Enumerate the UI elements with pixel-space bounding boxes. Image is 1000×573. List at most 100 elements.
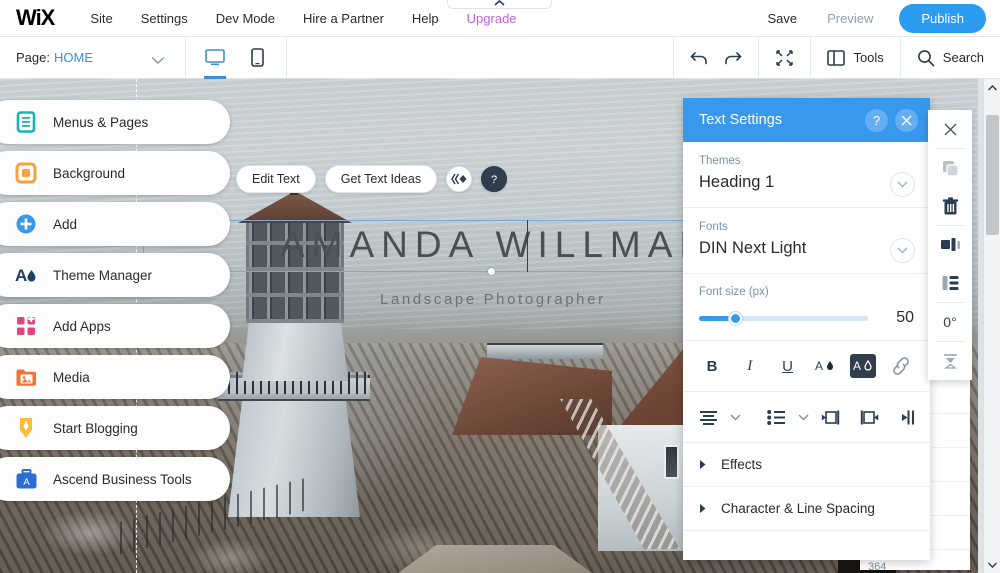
svg-text:A: A bbox=[23, 477, 30, 488]
panel-close-button[interactable] bbox=[895, 108, 918, 132]
wix-logo[interactable]: WiX bbox=[16, 5, 55, 31]
history-group bbox=[673, 36, 758, 79]
search-button[interactable]: Search bbox=[917, 49, 984, 67]
themes-label: Themes bbox=[699, 155, 741, 167]
trash-icon bbox=[942, 196, 958, 215]
italic-button[interactable]: I bbox=[737, 354, 763, 378]
sidebar-item-background[interactable]: Background bbox=[0, 151, 230, 195]
font-size-label: Font size (px) bbox=[699, 286, 769, 298]
get-text-ideas-button[interactable]: Get Text Ideas bbox=[324, 165, 438, 193]
text-color-button[interactable]: A bbox=[812, 354, 838, 378]
stretch-button[interactable] bbox=[928, 342, 972, 380]
sidebar-item-menus-pages[interactable]: Menus & Pages bbox=[0, 100, 230, 144]
sidebar-label: Ascend Business Tools bbox=[53, 471, 192, 487]
chevron-right-icon bbox=[700, 460, 706, 469]
fonts-row[interactable]: Fonts DIN Next Light bbox=[683, 208, 930, 274]
menu-hire-a-partner[interactable]: Hire a Partner bbox=[289, 0, 398, 37]
house-window bbox=[664, 445, 679, 479]
scrollbar-thumb[interactable] bbox=[986, 115, 999, 235]
sidebar-label: Background bbox=[53, 165, 126, 181]
sidebar-item-ascend-business-tools[interactable]: A Ascend Business Tools bbox=[0, 457, 230, 501]
edit-text-button[interactable]: Edit Text bbox=[236, 165, 316, 193]
scroll-up-button[interactable] bbox=[984, 79, 1000, 96]
collapsed-panel-handle[interactable] bbox=[447, 0, 552, 9]
resize-handle-bottom[interactable] bbox=[487, 267, 496, 276]
undo-button[interactable] bbox=[690, 50, 709, 66]
publish-button[interactable]: Publish bbox=[899, 3, 986, 33]
fonts-value: DIN Next Light bbox=[699, 239, 807, 257]
help-button[interactable]: ? bbox=[481, 166, 508, 192]
panel-help-button[interactable]: ? bbox=[865, 108, 888, 132]
sidebar-item-media[interactable]: Media bbox=[0, 355, 230, 399]
zoom-group bbox=[758, 36, 810, 79]
align-dropdown-button[interactable] bbox=[722, 405, 748, 429]
text-direction-button[interactable] bbox=[897, 405, 918, 429]
text-align-icon bbox=[699, 410, 717, 425]
preview-button[interactable]: Preview bbox=[813, 11, 887, 26]
themes-row[interactable]: Themes Heading 1 bbox=[683, 142, 930, 208]
svg-text:A: A bbox=[853, 359, 861, 373]
menu-dev-mode[interactable]: Dev Mode bbox=[202, 0, 289, 37]
sidebar-label: Media bbox=[53, 369, 90, 385]
desktop-view-button[interactable] bbox=[200, 37, 230, 79]
add-apps-icon bbox=[13, 313, 39, 339]
text-align-button[interactable] bbox=[695, 405, 721, 429]
tools-button[interactable]: Tools bbox=[827, 49, 884, 67]
menu-settings[interactable]: Settings bbox=[127, 0, 202, 37]
underline-button[interactable]: U bbox=[775, 354, 801, 378]
text-direction-icon bbox=[902, 410, 915, 424]
list-group bbox=[763, 405, 816, 429]
desktop-icon bbox=[205, 49, 225, 66]
text-format-row: B I U A A bbox=[683, 341, 930, 392]
link-button[interactable] bbox=[888, 354, 914, 378]
chevron-down-icon bbox=[151, 52, 165, 70]
align-button[interactable] bbox=[928, 226, 972, 264]
bullet-list-icon bbox=[766, 409, 785, 425]
outdent-button[interactable] bbox=[820, 405, 841, 429]
bullet-list-button[interactable] bbox=[763, 405, 789, 429]
ascend-icon: A bbox=[13, 466, 39, 492]
page-selector[interactable]: Page: HOME bbox=[0, 36, 186, 79]
close-toolbar-button[interactable] bbox=[928, 110, 972, 148]
bold-button[interactable]: B bbox=[699, 354, 725, 378]
themes-dropdown-button[interactable] bbox=[890, 172, 915, 197]
themes-value: Heading 1 bbox=[699, 173, 775, 191]
delete-button[interactable] bbox=[928, 187, 972, 225]
sidebar-item-add[interactable]: Add bbox=[0, 202, 230, 246]
sidebar-label: Add bbox=[53, 216, 78, 232]
zoom-out-button[interactable] bbox=[775, 49, 794, 67]
menu-help[interactable]: Help bbox=[398, 0, 453, 37]
sidebar-item-start-blogging[interactable]: Start Blogging bbox=[0, 406, 230, 450]
page-value: HOME bbox=[53, 50, 93, 65]
font-size-slider[interactable] bbox=[699, 311, 868, 325]
page-label: Page: bbox=[16, 50, 50, 65]
highlight-color-button[interactable]: A bbox=[850, 354, 877, 378]
align-icon bbox=[940, 238, 960, 252]
save-button[interactable]: Save bbox=[753, 11, 811, 26]
canvas-scrollbar[interactable] bbox=[983, 79, 1000, 573]
zoom-out-icon bbox=[776, 49, 794, 66]
animation-icon bbox=[451, 173, 467, 185]
scroll-down-button[interactable] bbox=[984, 556, 1000, 573]
sidebar-item-theme-manager[interactable]: A Theme Manager bbox=[0, 253, 230, 297]
arrange-layers-button[interactable] bbox=[928, 264, 972, 302]
character-line-spacing-section[interactable]: Character & Line Spacing bbox=[683, 487, 930, 531]
slider-handle[interactable] bbox=[729, 311, 743, 325]
sidebar-item-add-apps[interactable]: Add Apps bbox=[0, 304, 230, 348]
animation-button[interactable] bbox=[446, 166, 473, 192]
panel-title: Text Settings bbox=[699, 112, 783, 128]
rotation-button[interactable]: 0° bbox=[928, 303, 972, 341]
menu-site[interactable]: Site bbox=[76, 0, 126, 37]
mobile-view-button[interactable] bbox=[242, 37, 272, 79]
duplicate-button[interactable] bbox=[928, 149, 972, 187]
list-dropdown-button[interactable] bbox=[790, 405, 816, 429]
indent-button[interactable] bbox=[859, 405, 880, 429]
font-size-value[interactable]: 50 bbox=[868, 309, 914, 327]
search-icon bbox=[917, 49, 935, 66]
fonts-dropdown-button[interactable] bbox=[890, 238, 915, 263]
search-group: Search bbox=[899, 36, 1000, 79]
hero-subtitle[interactable]: Landscape Photographer bbox=[380, 291, 606, 308]
redo-button[interactable] bbox=[723, 50, 743, 66]
text-element-action-bar: Edit Text Get Text Ideas ? bbox=[236, 165, 508, 193]
effects-section[interactable]: Effects bbox=[683, 443, 930, 487]
